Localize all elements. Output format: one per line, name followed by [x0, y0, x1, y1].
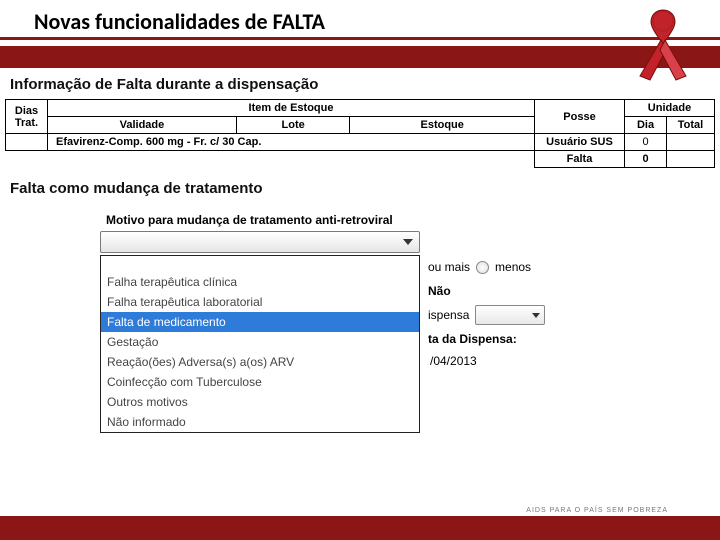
ispensa-select[interactable] [475, 305, 545, 325]
stock-table: Dias Trat. Item de Estoque Posse Unidade… [5, 99, 715, 168]
row-data-value: /04/2013 [428, 351, 545, 371]
right-column: ou mais menos Não ispensa ta da Dispensa… [428, 255, 545, 371]
footer: AIDS PARA O PAÍS SEM POBREZA [0, 505, 720, 540]
row-ispensa: ispensa [428, 303, 545, 327]
dropdown-option-selected[interactable]: Falta de medicamento [101, 312, 419, 332]
motivo-dropdown[interactable]: Falha terapêutica clínica Falha terapêut… [100, 255, 420, 433]
cell-falta-label: Falta [535, 151, 625, 168]
section-2: Falta como mudança de tratamento [0, 172, 720, 203]
col-posse: Posse [535, 100, 625, 134]
footer-bar [0, 516, 720, 540]
label-menos: menos [495, 260, 531, 274]
dropdown-option[interactable]: Falha terapêutica clínica [101, 272, 419, 292]
motivo-select[interactable] [100, 231, 420, 253]
col-dia: Dia [625, 117, 667, 134]
cell-posse: Usuário SUS [535, 134, 625, 151]
motivo-label: Motivo para mudança de tratamento anti-r… [100, 209, 620, 231]
slide-title-wrap: Novas funcionalidades de FALTA [0, 0, 720, 35]
dropdown-option[interactable]: Outros motivos [101, 392, 419, 412]
label-ou-mais: ou mais [428, 260, 470, 274]
table-row-falta: Falta 0 [6, 151, 715, 168]
section-1: Informação de Falta durante a dispensaçã… [0, 68, 720, 99]
col-item-estoque: Item de Estoque [48, 100, 535, 117]
cell-falta-value: 0 [625, 151, 667, 168]
label-nao: Não [428, 284, 451, 298]
form-area: Motivo para mudança de tratamento anti-r… [100, 209, 620, 253]
col-dias-trat: Dias Trat. [6, 100, 48, 134]
dropdown-option[interactable] [101, 256, 419, 272]
label-data-dispensa: ta da Dispensa: [428, 332, 517, 346]
header-band [0, 46, 720, 68]
label-ispensa: ispensa [428, 308, 469, 322]
section-heading-1: Informação de Falta durante a dispensaçã… [10, 76, 710, 93]
row-ou-mais: ou mais menos [428, 255, 545, 279]
footer-slogan: AIDS PARA O PAÍS SEM POBREZA [0, 505, 720, 516]
title-underline [0, 37, 720, 40]
dropdown-option[interactable]: Coinfecção com Tuberculose [101, 372, 419, 392]
cell-item: Efavirenz-Comp. 600 mg - Fr. c/ 30 Cap. [48, 134, 535, 151]
col-estoque: Estoque [350, 117, 535, 134]
chevron-down-icon [532, 313, 540, 318]
row-data: ta da Dispensa: [428, 327, 545, 351]
dropdown-option[interactable]: Falha terapêutica laboratorial [101, 292, 419, 312]
row-nao: Não [428, 279, 545, 303]
col-unidade: Unidade [625, 100, 715, 117]
aids-ribbon-icon [628, 4, 698, 84]
section-heading-2: Falta como mudança de tratamento [10, 180, 710, 197]
table-row: Efavirenz-Comp. 600 mg - Fr. c/ 30 Cap. … [6, 134, 715, 151]
col-validade: Validade [48, 117, 237, 134]
slide-title: Novas funcionalidades de FALTA [34, 8, 720, 35]
cell-dia: 0 [625, 134, 667, 151]
value-data: /04/2013 [430, 354, 477, 368]
dropdown-option[interactable]: Reação(ões) Adversa(s) a(os) ARV [101, 352, 419, 372]
dropdown-option[interactable]: Não informado [101, 412, 419, 432]
radio-menos[interactable] [476, 261, 489, 274]
dropdown-option[interactable]: Gestação [101, 332, 419, 352]
col-total: Total [667, 117, 715, 134]
col-lote: Lote [236, 117, 350, 134]
chevron-down-icon [403, 239, 413, 245]
